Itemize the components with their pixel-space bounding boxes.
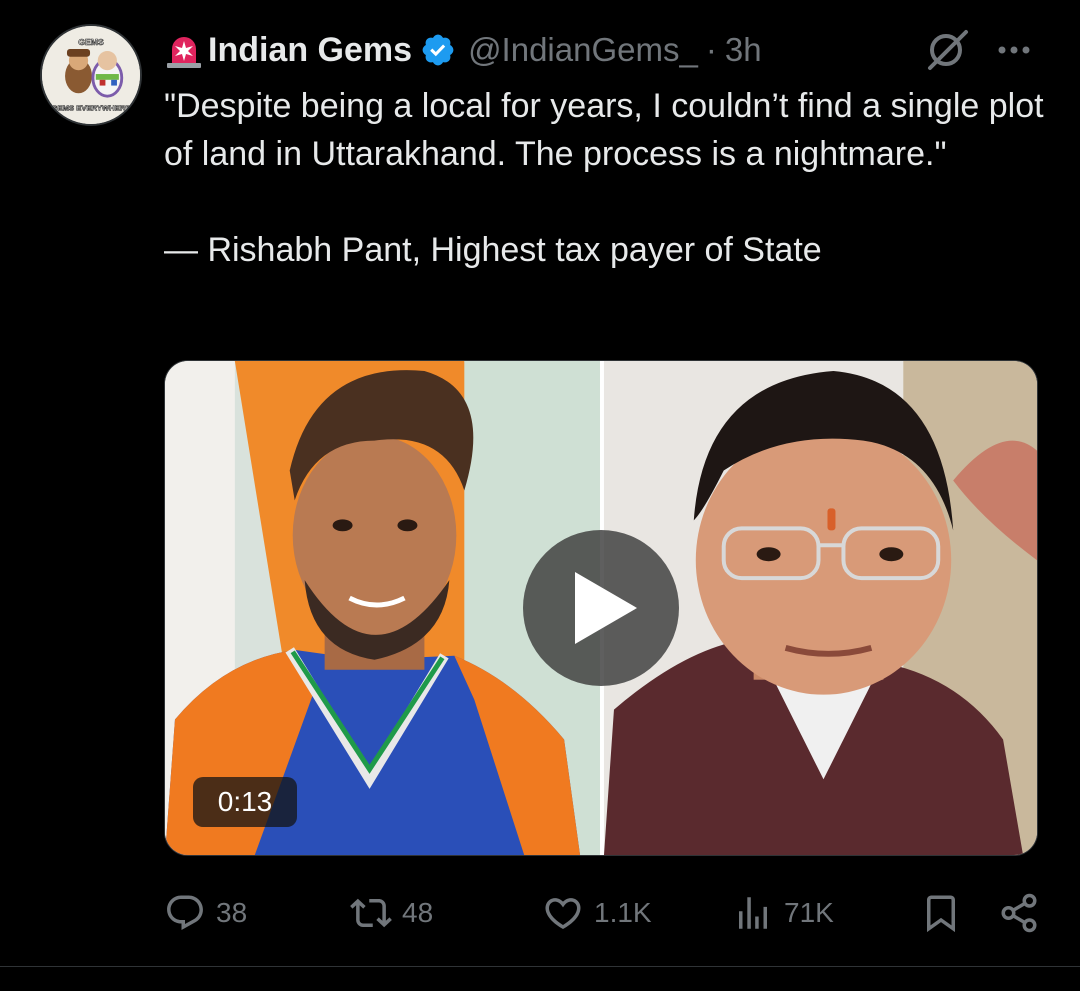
tweet-header: Indian Gems @IndianGems_ · 3h (164, 28, 762, 72)
tweet-text: "Despite being a local for years, I coul… (164, 87, 1044, 269)
like-icon (545, 898, 581, 930)
like-count: 1.1K (594, 897, 652, 928)
share-button[interactable] (998, 888, 1040, 938)
retweet-button[interactable]: 48 (350, 888, 433, 938)
grok-icon[interactable] (924, 28, 972, 72)
views-button[interactable]: 71K (732, 888, 834, 938)
more-icon[interactable] (994, 38, 1034, 62)
verified-icon (422, 34, 454, 66)
avatar-bottom-text: GEMS EVERYWHERE (51, 104, 130, 113)
separator-dot: · (705, 31, 717, 68)
views-icon (739, 897, 767, 929)
views-count: 71K (784, 897, 834, 928)
video-duration-badge: 0:13 (193, 777, 297, 827)
bookmark-icon (927, 895, 955, 933)
play-button[interactable] (523, 530, 679, 686)
avatar-top-text: GEMS (78, 37, 104, 47)
siren-icon (167, 37, 201, 68)
tweet-divider (0, 966, 1080, 967)
avatar-image: GEMS GEMS EVERYWHERE (42, 26, 140, 124)
tweet-actions-bar: 38 48 1.1K 71K (164, 888, 1044, 938)
reply-icon (167, 895, 203, 930)
reply-button[interactable]: 38 (164, 888, 247, 938)
avatar[interactable]: GEMS GEMS EVERYWHERE (40, 24, 142, 126)
tweet[interactable]: GEMS GEMS EVERYWHERE Indian Gems @Indian… (0, 0, 1080, 991)
play-icon (575, 572, 637, 644)
retweet-count: 48 (402, 897, 434, 928)
video-player[interactable]: 0:13 (164, 360, 1038, 856)
retweet-icon (350, 898, 392, 928)
author-display-name[interactable]: Indian Gems (208, 31, 412, 70)
tweet-timestamp[interactable]: 3h (725, 31, 762, 69)
bookmark-button[interactable] (920, 888, 962, 938)
like-button[interactable]: 1.1K (542, 888, 652, 938)
reply-count: 38 (216, 897, 248, 928)
author-handle[interactable]: @IndianGems_ (468, 31, 698, 69)
share-icon (1001, 893, 1037, 933)
